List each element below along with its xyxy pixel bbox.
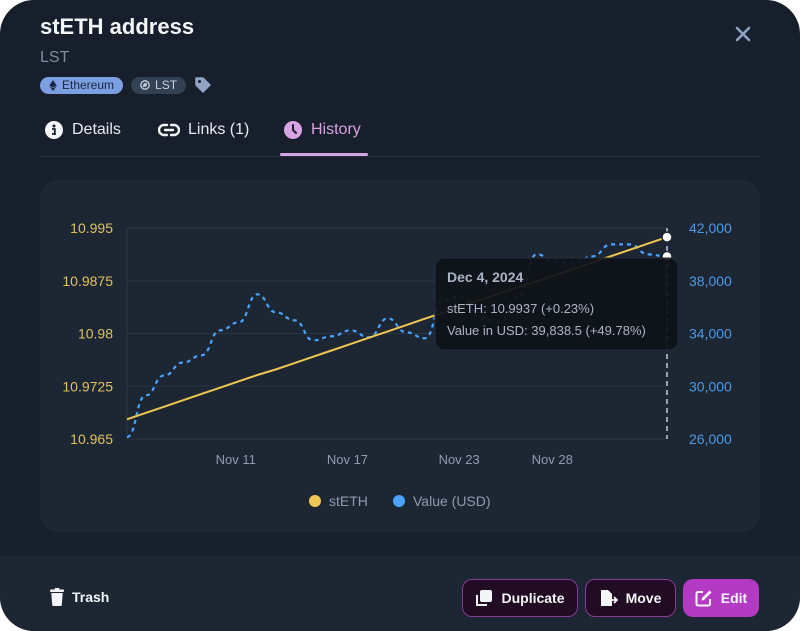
y-right-tick: 34,000 <box>689 326 732 342</box>
move-button[interactable]: Move <box>585 579 676 617</box>
y-left-tick: 10.995 <box>70 220 113 236</box>
active-point-steth <box>661 231 673 243</box>
y-left-tick: 10.965 <box>70 431 113 447</box>
tooltip-steth: stETH: 10.9937 (+0.23%) <box>447 301 594 316</box>
move-file-icon <box>600 590 618 606</box>
x-tick: Nov 28 <box>532 452 573 467</box>
y-right-tick: 30,000 <box>689 378 732 394</box>
x-tick: Nov 23 <box>439 452 480 467</box>
history-chart[interactable]: 10.965 10.9725 10.98 10.9875 10.995 26,000 30… <box>0 0 800 631</box>
y-right-tick: 26,000 <box>689 431 732 447</box>
legend-marker-steth <box>309 495 321 507</box>
edit-label: Edit <box>720 590 748 606</box>
edit-button[interactable]: Edit <box>683 579 759 617</box>
move-label: Move <box>625 590 662 606</box>
trash-icon <box>50 588 64 606</box>
duplicate-icon <box>476 590 493 606</box>
y-left-tick: 10.9725 <box>62 378 113 394</box>
edit-icon <box>695 590 712 607</box>
item-dialog: stETH address LST Ethereum LST Details L… <box>0 0 800 631</box>
duplicate-button[interactable]: Duplicate <box>462 579 578 617</box>
legend-label-steth[interactable]: stETH <box>329 493 368 509</box>
trash-button[interactable]: Trash <box>50 588 109 606</box>
duplicate-label: Duplicate <box>501 590 565 606</box>
legend-label-usd[interactable]: Value (USD) <box>413 493 491 509</box>
legend-marker-usd <box>393 495 405 507</box>
chart-legend: stETH Value (USD) <box>309 493 491 509</box>
x-tick: Nov 17 <box>327 452 368 467</box>
y-axis-right: 26,000 30,000 34,000 38,000 42,000 <box>689 220 732 447</box>
y-axis-left: 10.965 10.9725 10.98 10.9875 10.995 <box>62 220 113 447</box>
y-right-tick: 42,000 <box>689 220 732 236</box>
dialog-footer <box>0 556 800 631</box>
trash-label: Trash <box>72 589 110 605</box>
y-right-tick: 38,000 <box>689 273 732 289</box>
x-axis: Nov 11 Nov 17 Nov 23 Nov 28 <box>216 452 573 467</box>
tooltip-date: Dec 4, 2024 <box>447 269 523 285</box>
chart-tooltip: Dec 4, 2024 stETH: 10.9937 (+0.23%) Valu… <box>434 257 679 351</box>
tooltip-usd: Value in USD: 39,838.5 (+49.78%) <box>447 323 646 338</box>
y-left-tick: 10.9875 <box>62 273 113 289</box>
x-tick: Nov 11 <box>216 452 256 467</box>
y-left-tick: 10.98 <box>78 326 113 342</box>
